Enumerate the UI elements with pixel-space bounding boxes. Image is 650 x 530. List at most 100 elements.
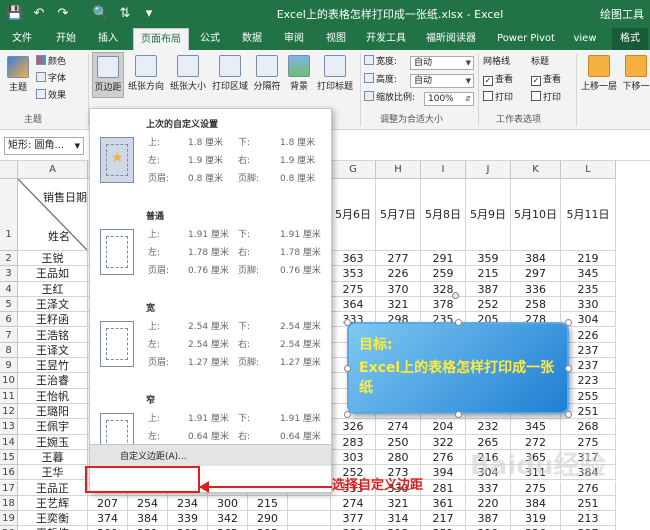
table-cell[interactable]: 232 xyxy=(466,419,511,435)
gridlines-print-checkbox[interactable]: 打印 xyxy=(483,91,513,106)
table-cell[interactable]: 220 xyxy=(466,495,511,512)
send-backward-button[interactable]: 下移一 xyxy=(621,55,650,92)
customize-qat-icon[interactable]: ▾ xyxy=(140,5,158,23)
name-cell[interactable]: 王昱竹 xyxy=(18,358,88,374)
table-cell[interactable]: 215 xyxy=(248,495,288,512)
fonts-button[interactable]: 字体 xyxy=(36,72,66,87)
name-cell[interactable]: 王红 xyxy=(18,281,88,297)
name-cell[interactable]: 王锐 xyxy=(18,251,88,267)
custom-margins-item[interactable]: 自定义边距(A)... xyxy=(90,444,331,466)
name-cell[interactable]: 王品如 xyxy=(18,266,88,282)
table-cell[interactable]: 319 xyxy=(511,511,561,527)
headings-view-checkbox[interactable]: ✓ 查看 xyxy=(531,73,561,88)
resize-handle[interactable] xyxy=(344,365,351,372)
margin-preset-1[interactable]: 普通 上: 1.91 厘米 下: 1.91 厘米 左: 1.78 厘米 右: 1.78 厘米 页眉… xyxy=(90,205,331,297)
table-cell[interactable]: 219 xyxy=(466,526,511,530)
tab-file[interactable]: 文件 xyxy=(4,28,40,50)
resize-handle[interactable] xyxy=(455,411,462,418)
size-button[interactable]: 纸张大小 xyxy=(168,55,208,92)
table-cell[interactable] xyxy=(288,495,331,512)
table-cell[interactable] xyxy=(288,526,331,530)
table-cell[interactable]: 377 xyxy=(331,511,376,527)
row-header[interactable]: 18 xyxy=(0,495,18,512)
table-cell[interactable]: 337 xyxy=(466,480,511,496)
table-cell[interactable] xyxy=(288,511,331,527)
name-cell[interactable]: 王璐阳 xyxy=(18,404,88,420)
print-titles-button[interactable]: 打印标题 xyxy=(314,55,356,92)
resize-handle[interactable] xyxy=(344,411,351,418)
margin-preset-0[interactable]: 上次的自定义设置 ★ 上: 1.8 厘米 下: 1.8 厘米 左: 1.9 厘米 右: 1.9 厘… xyxy=(90,113,331,205)
row-header[interactable]: 10 xyxy=(0,373,18,389)
goal-callout-shape[interactable]: 目标: Excel上的表格怎样打印成一张纸 xyxy=(347,322,569,414)
name-cell[interactable]: 王奕衡 xyxy=(18,511,88,527)
table-cell[interactable]: 345 xyxy=(511,419,561,435)
table-cell[interactable]: 226 xyxy=(511,526,561,530)
row-header[interactable]: 9 xyxy=(0,358,18,374)
orientation-button[interactable]: 纸张方向 xyxy=(126,55,166,92)
row-header[interactable]: 15 xyxy=(0,449,18,466)
name-cell[interactable]: 王佩宇 xyxy=(18,419,88,435)
column-header[interactable]: L xyxy=(561,161,616,179)
date-header-cell[interactable]: 5月6日 xyxy=(331,179,376,251)
themes-button[interactable]: 主题 xyxy=(4,56,32,93)
table-cell[interactable]: 223 xyxy=(561,373,616,389)
table-cell[interactable]: 251 xyxy=(561,495,616,512)
tab-page-layout[interactable]: 页面布局 xyxy=(133,28,189,50)
table-cell[interactable]: 237 xyxy=(561,342,616,359)
row-header[interactable]: 5 xyxy=(0,296,18,313)
table-cell[interactable]: 370 xyxy=(376,281,421,297)
table-cell[interactable]: 386 xyxy=(331,526,376,530)
table-cell[interactable]: 331 xyxy=(128,526,168,530)
table-cell[interactable]: 268 xyxy=(561,419,616,435)
table-cell[interactable]: 258 xyxy=(511,296,561,313)
row-header[interactable]: 14 xyxy=(0,434,18,450)
column-header[interactable]: A xyxy=(18,161,88,179)
table-cell[interactable]: 374 xyxy=(88,511,128,527)
name-cell[interactable]: 王华 xyxy=(18,465,88,481)
resize-handle[interactable] xyxy=(455,319,462,326)
save-icon[interactable]: 💾 xyxy=(6,5,24,23)
table-cell[interactable]: 291 xyxy=(421,251,466,267)
resize-handle[interactable] xyxy=(565,365,572,372)
resize-handle[interactable] xyxy=(565,319,572,326)
table-cell[interactable]: 204 xyxy=(421,419,466,435)
table-cell[interactable]: 254 xyxy=(128,495,168,512)
table-cell[interactable]: 303 xyxy=(331,449,376,466)
tab-formulas[interactable]: 公式 xyxy=(192,28,228,50)
row-header[interactable]: 4 xyxy=(0,281,18,297)
column-header[interactable]: J xyxy=(466,161,511,179)
table-cell[interactable]: 328 xyxy=(421,281,466,297)
table-cell[interactable]: 259 xyxy=(421,266,466,282)
table-cell[interactable]: 274 xyxy=(376,419,421,435)
print-area-button[interactable]: 打印区域 xyxy=(210,55,250,92)
table-cell[interactable]: 364 xyxy=(331,296,376,313)
width-dropdown[interactable]: 自动 ▼ xyxy=(410,56,474,70)
table-cell[interactable]: 300 xyxy=(208,495,248,512)
table-cell[interactable]: 322 xyxy=(421,434,466,450)
tab-home[interactable]: 开始 xyxy=(48,28,84,50)
effects-button[interactable]: 效果 xyxy=(36,89,66,104)
table-cell[interactable]: 226 xyxy=(376,266,421,282)
table-cell[interactable]: 234 xyxy=(168,495,208,512)
name-cell[interactable]: 王艺辉 xyxy=(18,495,88,512)
table-cell[interactable]: 326 xyxy=(331,419,376,435)
row-header[interactable]: 7 xyxy=(0,327,18,343)
table-cell[interactable]: 277 xyxy=(376,251,421,267)
background-button[interactable]: 背景 xyxy=(286,55,312,92)
table-cell[interactable]: 339 xyxy=(168,511,208,527)
column-header[interactable]: I xyxy=(421,161,466,179)
table-cell[interactable]: 297 xyxy=(511,266,561,282)
table-cell[interactable]: 336 xyxy=(511,281,561,297)
table-cell[interactable]: 283 xyxy=(331,434,376,450)
tab-data[interactable]: 数据 xyxy=(234,28,270,50)
table-cell[interactable]: 387 xyxy=(466,511,511,527)
name-cell[interactable]: 王籽函 xyxy=(18,312,88,328)
row-header[interactable]: 16 xyxy=(0,465,18,481)
table-cell[interactable]: 345 xyxy=(561,266,616,282)
table-cell[interactable]: 276 xyxy=(421,449,466,466)
rotate-handle-icon[interactable] xyxy=(452,292,459,299)
row-header[interactable]: 3 xyxy=(0,266,18,282)
table-cell[interactable]: 213 xyxy=(561,511,616,527)
table-cell[interactable]: 351 xyxy=(421,526,466,530)
table-cell[interactable]: 280 xyxy=(376,449,421,466)
